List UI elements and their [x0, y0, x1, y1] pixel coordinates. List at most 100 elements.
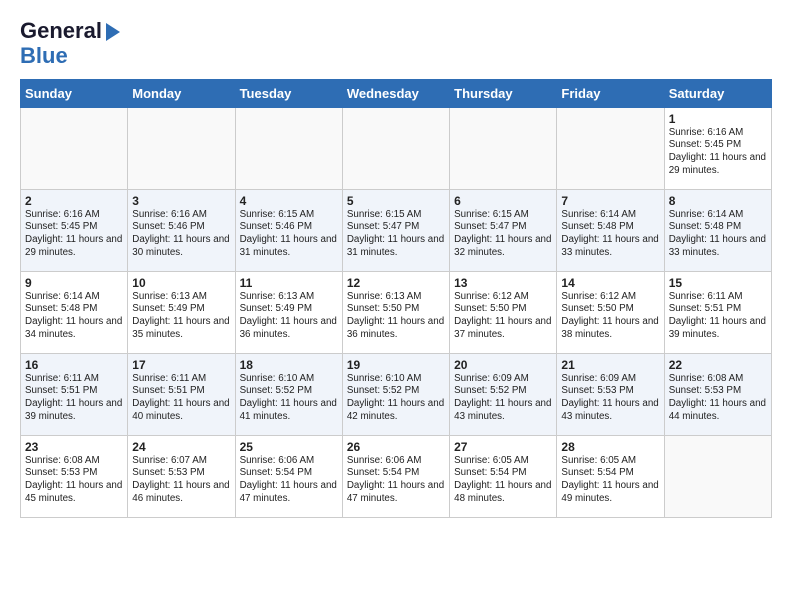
cell-text: Daylight: 11 hours and 45 minutes. — [25, 480, 123, 505]
calendar-cell: 18Sunrise: 6:10 AMSunset: 5:52 PMDayligh… — [235, 353, 342, 435]
cell-text: Sunset: 5:45 PM — [669, 139, 767, 152]
day-number: 20 — [454, 358, 552, 372]
cell-text: Sunrise: 6:14 AM — [669, 209, 767, 222]
cell-text: Sunset: 5:54 PM — [240, 467, 338, 480]
day-number: 14 — [561, 276, 659, 290]
cell-text: Daylight: 11 hours and 33 minutes. — [561, 234, 659, 259]
cell-text: Sunset: 5:49 PM — [132, 303, 230, 316]
calendar-cell — [21, 107, 128, 189]
day-number: 28 — [561, 440, 659, 454]
cell-text: Sunset: 5:51 PM — [132, 385, 230, 398]
cell-text: Sunrise: 6:09 AM — [561, 373, 659, 386]
cell-text: Daylight: 11 hours and 49 minutes. — [561, 480, 659, 505]
day-number: 2 — [25, 194, 123, 208]
cell-text: Sunrise: 6:15 AM — [240, 209, 338, 222]
day-number: 3 — [132, 194, 230, 208]
calendar-cell — [664, 435, 771, 517]
cell-text: Sunset: 5:48 PM — [561, 221, 659, 234]
day-number: 22 — [669, 358, 767, 372]
cell-text: Sunrise: 6:05 AM — [561, 455, 659, 468]
cell-text: Sunset: 5:47 PM — [454, 221, 552, 234]
cell-text: Sunrise: 6:15 AM — [347, 209, 445, 222]
cell-text: Daylight: 11 hours and 41 minutes. — [240, 398, 338, 423]
cell-text: Sunrise: 6:12 AM — [561, 291, 659, 304]
calendar-cell: 28Sunrise: 6:05 AMSunset: 5:54 PMDayligh… — [557, 435, 664, 517]
day-number: 5 — [347, 194, 445, 208]
cell-text: Daylight: 11 hours and 29 minutes. — [25, 234, 123, 259]
calendar-cell — [235, 107, 342, 189]
calendar-cell: 27Sunrise: 6:05 AMSunset: 5:54 PMDayligh… — [450, 435, 557, 517]
calendar-cell — [557, 107, 664, 189]
calendar-cell: 13Sunrise: 6:12 AMSunset: 5:50 PMDayligh… — [450, 271, 557, 353]
cell-text: Daylight: 11 hours and 47 minutes. — [347, 480, 445, 505]
cell-text: Daylight: 11 hours and 43 minutes. — [454, 398, 552, 423]
week-row: 2Sunrise: 6:16 AMSunset: 5:45 PMDaylight… — [21, 189, 772, 271]
day-number: 21 — [561, 358, 659, 372]
cell-text: Daylight: 11 hours and 30 minutes. — [132, 234, 230, 259]
cell-text: Sunrise: 6:07 AM — [132, 455, 230, 468]
cell-text: Sunset: 5:54 PM — [561, 467, 659, 480]
calendar-cell: 3Sunrise: 6:16 AMSunset: 5:46 PMDaylight… — [128, 189, 235, 271]
cell-text: Sunrise: 6:11 AM — [132, 373, 230, 386]
cell-text: Sunset: 5:53 PM — [25, 467, 123, 480]
cell-text: Daylight: 11 hours and 43 minutes. — [561, 398, 659, 423]
cell-text: Sunrise: 6:08 AM — [669, 373, 767, 386]
calendar-cell: 15Sunrise: 6:11 AMSunset: 5:51 PMDayligh… — [664, 271, 771, 353]
day-number: 17 — [132, 358, 230, 372]
calendar-cell: 21Sunrise: 6:09 AMSunset: 5:53 PMDayligh… — [557, 353, 664, 435]
calendar-cell — [450, 107, 557, 189]
cell-text: Sunset: 5:53 PM — [561, 385, 659, 398]
cell-text: Sunrise: 6:13 AM — [240, 291, 338, 304]
calendar-cell — [342, 107, 449, 189]
day-number: 12 — [347, 276, 445, 290]
cell-text: Sunset: 5:45 PM — [25, 221, 123, 234]
cell-text: Sunrise: 6:14 AM — [561, 209, 659, 222]
day-header-monday: Monday — [128, 79, 235, 107]
calendar-cell: 1Sunrise: 6:16 AMSunset: 5:45 PMDaylight… — [664, 107, 771, 189]
cell-text: Sunrise: 6:14 AM — [25, 291, 123, 304]
cell-text: Daylight: 11 hours and 33 minutes. — [669, 234, 767, 259]
day-number: 4 — [240, 194, 338, 208]
cell-text: Daylight: 11 hours and 42 minutes. — [347, 398, 445, 423]
cell-text: Sunrise: 6:16 AM — [25, 209, 123, 222]
calendar-cell: 7Sunrise: 6:14 AMSunset: 5:48 PMDaylight… — [557, 189, 664, 271]
cell-text: Sunset: 5:52 PM — [347, 385, 445, 398]
calendar-cell: 14Sunrise: 6:12 AMSunset: 5:50 PMDayligh… — [557, 271, 664, 353]
cell-text: Sunrise: 6:09 AM — [454, 373, 552, 386]
cell-text: Daylight: 11 hours and 39 minutes. — [25, 398, 123, 423]
cell-text: Sunset: 5:46 PM — [240, 221, 338, 234]
day-number: 15 — [669, 276, 767, 290]
day-header-saturday: Saturday — [664, 79, 771, 107]
cell-text: Sunset: 5:54 PM — [347, 467, 445, 480]
cell-text: Daylight: 11 hours and 48 minutes. — [454, 480, 552, 505]
cell-text: Sunset: 5:53 PM — [132, 467, 230, 480]
cell-text: Sunset: 5:50 PM — [454, 303, 552, 316]
day-number: 8 — [669, 194, 767, 208]
calendar-cell: 26Sunrise: 6:06 AMSunset: 5:54 PMDayligh… — [342, 435, 449, 517]
cell-text: Sunset: 5:48 PM — [669, 221, 767, 234]
cell-text: Sunrise: 6:16 AM — [132, 209, 230, 222]
logo-general: General — [20, 18, 102, 43]
week-row: 23Sunrise: 6:08 AMSunset: 5:53 PMDayligh… — [21, 435, 772, 517]
calendar-table: SundayMondayTuesdayWednesdayThursdayFrid… — [20, 79, 772, 518]
cell-text: Sunrise: 6:10 AM — [347, 373, 445, 386]
calendar-cell: 6Sunrise: 6:15 AMSunset: 5:47 PMDaylight… — [450, 189, 557, 271]
cell-text: Sunrise: 6:10 AM — [240, 373, 338, 386]
cell-text: Sunset: 5:47 PM — [347, 221, 445, 234]
cell-text: Daylight: 11 hours and 31 minutes. — [240, 234, 338, 259]
cell-text: Sunrise: 6:06 AM — [347, 455, 445, 468]
day-number: 26 — [347, 440, 445, 454]
day-number: 25 — [240, 440, 338, 454]
day-number: 6 — [454, 194, 552, 208]
cell-text: Daylight: 11 hours and 38 minutes. — [561, 316, 659, 341]
cell-text: Sunrise: 6:11 AM — [669, 291, 767, 304]
calendar-cell: 23Sunrise: 6:08 AMSunset: 5:53 PMDayligh… — [21, 435, 128, 517]
day-header-thursday: Thursday — [450, 79, 557, 107]
week-row: 9Sunrise: 6:14 AMSunset: 5:48 PMDaylight… — [21, 271, 772, 353]
cell-text: Daylight: 11 hours and 36 minutes. — [347, 316, 445, 341]
cell-text: Sunset: 5:46 PM — [132, 221, 230, 234]
day-number: 7 — [561, 194, 659, 208]
day-header-sunday: Sunday — [21, 79, 128, 107]
calendar-cell: 4Sunrise: 6:15 AMSunset: 5:46 PMDaylight… — [235, 189, 342, 271]
calendar-cell: 9Sunrise: 6:14 AMSunset: 5:48 PMDaylight… — [21, 271, 128, 353]
